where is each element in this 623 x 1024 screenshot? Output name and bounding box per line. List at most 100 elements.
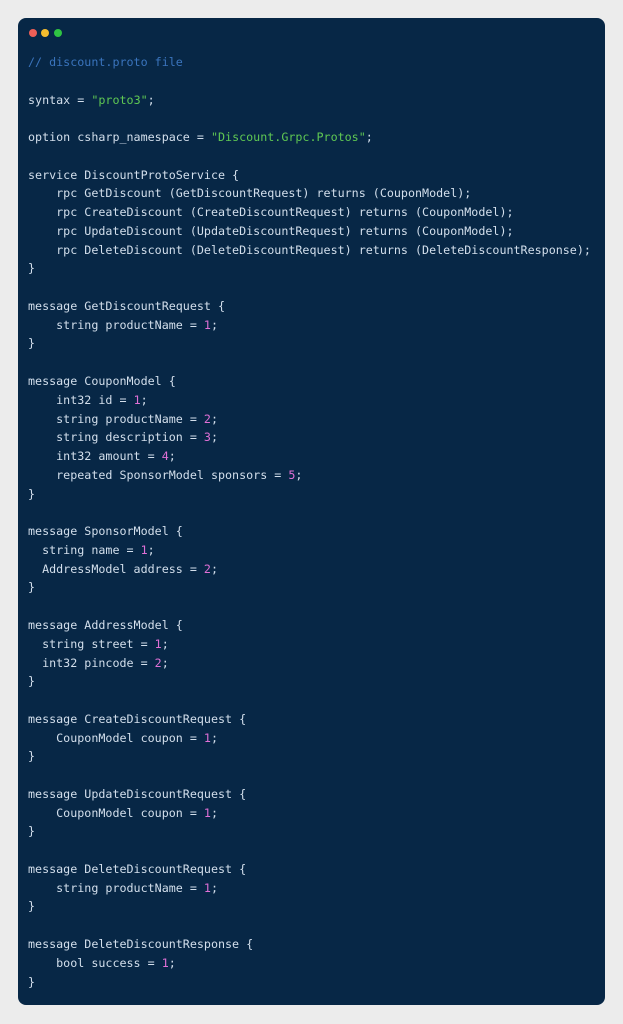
code-token-plain: ; [210,430,219,445]
code-token-string: "Discount.Grpc.Protos" [210,130,366,145]
code-token-number: 1 [154,636,162,651]
code-line: string name = 1; [28,541,591,560]
code-line: int32 id = 1; [28,391,591,410]
code-token-plain: CouponModel coupon = [28,805,204,820]
code-token-plain: rpc GetDiscount (GetDiscountRequest) ret… [28,186,472,201]
code-token-plain: service DiscountProtoService { [28,167,240,182]
code-token-number: 1 [161,955,169,970]
code-token-plain: ; [161,655,169,670]
code-token-plain: message GetDiscountRequest { [28,298,226,313]
code-token-plain: AddressModel address = [28,561,204,576]
code-token-plain: ; [161,636,169,651]
code-token-plain: rpc CreateDiscount (CreateDiscountReques… [28,205,514,220]
code-token-plain: ; [168,955,176,970]
code-line: rpc GetDiscount (GetDiscountRequest) ret… [28,184,591,203]
code-line: message UpdateDiscountRequest { [28,785,591,804]
code-token-number: 2 [203,561,211,576]
code-token-plain: message UpdateDiscountRequest { [28,786,247,801]
code-token-plain: ; [147,542,155,557]
code-token-plain: string description = [28,430,204,445]
code-token-plain: ; [140,392,148,407]
code-line: CouponModel coupon = 1; [28,804,591,823]
code-line: } [28,334,591,353]
code-token-plain: ; [295,467,303,482]
code-line: message SponsorModel { [28,522,591,541]
code-token-plain: message AddressModel { [28,617,183,632]
code-token-plain: ; [365,130,373,145]
code-token-number: 2 [203,411,211,426]
code-line: } [28,822,591,841]
code-line: } [28,973,591,992]
code-token-plain: string productName = [28,411,204,426]
code-token-plain: CouponModel coupon = [28,730,204,745]
code-line: string productName = 1; [28,316,591,335]
code-token-number: 2 [154,655,162,670]
code-token-plain: } [28,974,36,989]
code-line: } [28,259,591,278]
code-line: rpc CreateDiscount (CreateDiscountReques… [28,203,591,222]
code-line: string productName = 2; [28,410,591,429]
code-token-plain: int32 pincode = [28,655,155,670]
code-line: message DeleteDiscountRequest { [28,860,591,879]
code-line: syntax = "proto3"; [28,91,591,110]
code-token-plain: option csharp_namespace = [28,130,211,145]
code-token-comment: // discount.proto file [28,55,183,69]
code-line: } [28,897,591,916]
code-token-plain: } [28,261,36,276]
code-token-plain: ; [210,880,219,895]
code-line: string street = 1; [28,635,591,654]
code-token-plain: ; [210,411,219,426]
code-token-plain: string productName = [28,880,204,895]
code-token-number: 1 [203,730,211,745]
code-line: bool success = 1; [28,954,591,973]
code-token-plain: ; [210,730,219,745]
code-token-number: 1 [203,880,211,895]
code-line: AddressModel address = 2; [28,560,591,579]
code-token-plain: string street = [28,636,155,651]
code-token-plain: message CouponModel { [28,374,176,389]
code-token-plain: } [28,674,36,689]
code-token-plain: ; [210,805,219,820]
close-dot-icon [29,29,37,37]
code-line: } [28,578,591,597]
code-line: } [28,747,591,766]
code-token-plain: message DeleteDiscountResponse { [28,936,254,951]
code-token-string: "proto3" [91,92,148,107]
code-line: repeated SponsorModel sponsors = 5; [28,466,591,485]
code-token-number: 1 [203,317,211,332]
code-token-plain: message CreateDiscountRequest { [28,711,247,726]
minimize-dot-icon [41,29,49,37]
code-window: // discount.proto file syntax = "proto3";… [18,18,605,1005]
code-line: message GetDiscountRequest { [28,297,591,316]
code-token-number: 1 [133,392,141,407]
code-line: message CouponModel { [28,372,591,391]
code-block: // discount.proto file syntax = "proto3";… [28,53,591,991]
code-token-plain: string name = [28,542,141,557]
code-token-plain: rpc UpdateDiscount (UpdateDiscountReques… [28,223,514,238]
code-line: option csharp_namespace = "Discount.Grpc… [28,128,591,147]
code-line: string productName = 1; [28,879,591,898]
maximize-dot-icon [54,29,62,37]
code-token-plain: ; [147,92,155,107]
code-token-plain: string productName = [28,317,204,332]
code-token-plain: } [28,899,36,914]
code-line: CouponModel coupon = 1; [28,729,591,748]
code-line: int32 pincode = 2; [28,654,591,673]
code-token-plain: ; [210,561,219,576]
code-token-plain: int32 amount = [28,449,162,464]
code-line: string description = 3; [28,428,591,447]
code-line: } [28,485,591,504]
code-line: message AddressModel { [28,616,591,635]
code-token-plain: bool success = [28,955,162,970]
code-token-plain: } [28,486,36,501]
code-token-plain: syntax = [28,92,92,107]
code-token-number: 3 [203,430,211,445]
code-token-number: 1 [140,542,148,557]
